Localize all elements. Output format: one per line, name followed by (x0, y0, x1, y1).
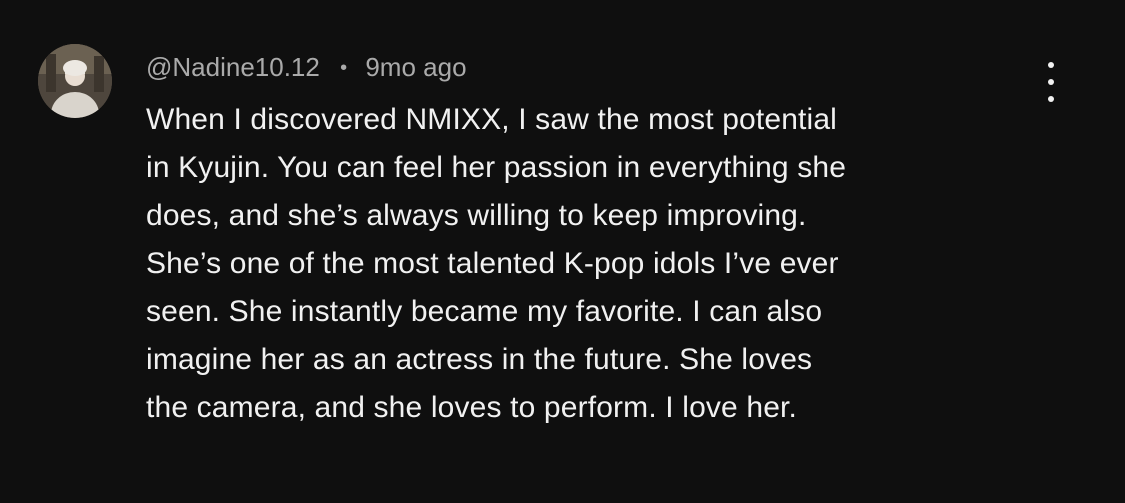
menu-dot (1048, 96, 1054, 102)
menu-dot (1048, 79, 1054, 85)
meta-separator: • (340, 57, 348, 79)
avatar-image (38, 44, 112, 118)
comment: @Nadine10.12 • 9mo ago When I discovered… (0, 0, 1125, 503)
comment-line: imagine her as an actress in the future.… (146, 343, 813, 376)
comment-line: seen. She instantly became my favorite. … (146, 295, 823, 328)
comment-line: the camera, and she loves to perform. I … (146, 391, 798, 424)
comment-line: When I discovered NMIXX, I saw the most … (146, 103, 837, 136)
menu-dot (1048, 62, 1054, 68)
more-vertical-icon[interactable] (1036, 62, 1066, 102)
comment-line: in Kyujin. You can feel her passion in e… (146, 151, 847, 184)
comment-line: does, and she’s always willing to keep i… (146, 199, 807, 232)
user-avatar-icon[interactable] (38, 44, 112, 118)
comment-text: When I discovered NMIXX, I saw the most … (146, 96, 1046, 432)
comment-meta: @Nadine10.12 • 9mo ago (146, 50, 467, 85)
author-name[interactable]: @Nadine10.12 (146, 52, 320, 82)
comment-line: She’s one of the most talented K-pop ido… (146, 247, 839, 280)
timestamp[interactable]: 9mo ago (365, 52, 466, 82)
